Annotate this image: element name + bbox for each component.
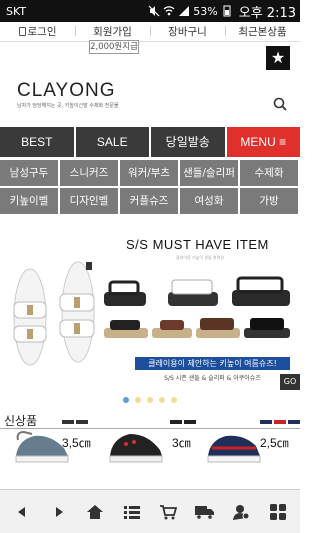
slider-dots <box>0 397 300 403</box>
bookmark-star-button[interactable]: ★ <box>266 46 290 70</box>
bottom-nav <box>0 489 300 533</box>
product-image <box>207 435 261 463</box>
sandal-row-bottom <box>104 318 290 338</box>
nav-sale[interactable]: SALE <box>75 127 149 157</box>
back-icon <box>18 506 26 517</box>
top-links: 로그인 회원가입 장바구니 최근본상품 <box>0 22 300 42</box>
promo-banner[interactable]: S/S MUST HAVE ITEM 클레이용 키높이 샌들 컬렉션 클레이용이… <box>0 232 300 390</box>
lock-icon <box>18 27 26 36</box>
delivery-truck-icon <box>194 505 214 519</box>
slider-dot[interactable] <box>171 397 177 403</box>
category-mens-shoes[interactable]: 남성구두 <box>0 160 58 186</box>
product-card[interactable]: 3㎝ <box>100 420 200 490</box>
nav-menu[interactable]: MENU ≡ <box>226 127 300 157</box>
cart-label: 장바구니 <box>168 26 207 38</box>
slider-dot[interactable] <box>159 397 165 403</box>
color-swatches <box>62 420 88 424</box>
slider-dot[interactable] <box>147 397 153 403</box>
main-nav: BEST SALE 당일발송 MENU ≡ <box>0 127 300 157</box>
recent-items-link[interactable]: 최근본상품 <box>225 24 300 39</box>
product-image <box>109 434 163 463</box>
star-icon: ★ <box>270 48 286 67</box>
color-swatches <box>170 420 196 424</box>
heel-height-label: 2,5㎝ <box>260 436 289 450</box>
category-height-belt[interactable]: 키높이벨 <box>0 188 58 214</box>
my-page-icon <box>233 504 250 520</box>
heel-height-label: 3㎝ <box>172 436 191 450</box>
cart-link[interactable]: 장바구니 <box>150 24 225 39</box>
mute-icon <box>148 5 160 17</box>
battery-percent: 53% <box>193 4 218 18</box>
new-products-list: 3,5㎝ 3㎝ 2,5㎝ <box>0 420 300 490</box>
category-womens[interactable]: 여성화 <box>180 188 238 214</box>
grid-menu-button[interactable] <box>266 500 290 524</box>
list-button[interactable] <box>120 500 144 524</box>
category-walker-boots[interactable]: 워커/부츠 <box>120 160 178 186</box>
back-button[interactable] <box>10 500 34 524</box>
category-design-belt[interactable]: 디자인벨 <box>60 188 118 214</box>
forward-button[interactable] <box>47 500 71 524</box>
status-icons: 53% 오후 2:13 <box>148 2 296 21</box>
category-sneakers[interactable]: 스니커즈 <box>60 160 118 186</box>
product-card[interactable]: 2,5㎝ <box>200 420 300 490</box>
site-logo[interactable]: CLAYONG <box>17 80 116 102</box>
status-bar: SKT 53% 오후 2:13 <box>0 0 300 22</box>
slider-dot[interactable] <box>123 397 129 403</box>
list-icon <box>123 505 140 519</box>
nav-same-day[interactable]: 당일발송 <box>151 127 225 157</box>
site-tagline: 남자가 당당해지는 곳, 키높이신발 수제화 전문몰 <box>17 103 119 109</box>
battery-icon <box>223 5 231 17</box>
go-button[interactable]: GO <box>280 374 300 390</box>
login-link[interactable]: 로그인 <box>0 24 75 39</box>
banner-promo-text: 클레이용이 제안하는 키높이 여름슈즈! <box>135 357 290 370</box>
wifi-icon <box>163 6 175 16</box>
heel-height-label: 3,5㎝ <box>62 436 91 450</box>
sandal-row-top <box>104 276 290 306</box>
clock: 오후 2:13 <box>238 5 296 21</box>
banner-title: S/S MUST HAVE ITEM <box>126 237 269 252</box>
signup-label: 회원가입 <box>93 26 132 38</box>
login-label: 로그인 <box>27 26 57 38</box>
signup-link[interactable]: 회원가입 <box>75 24 150 39</box>
nav-best[interactable]: BEST <box>0 127 74 157</box>
slider-dot[interactable] <box>135 397 141 403</box>
banner-promo-subtext: S/S 시즌 샌들 & 슬리퍼 & 아쿠아슈즈 <box>164 375 261 382</box>
grid-menu-icon <box>269 503 286 520</box>
search-icon[interactable] <box>273 97 287 111</box>
category-handmade[interactable]: 수제화 <box>240 160 298 186</box>
color-swatches <box>260 420 300 424</box>
category-couple-shoes[interactable]: 커플슈즈 <box>120 188 178 214</box>
recent-items-label: 최근본상품 <box>238 26 287 38</box>
cart-icon <box>160 504 178 519</box>
banner-subtitle: 클레이용 키높이 샌들 컬렉션 <box>176 255 224 260</box>
category-grid: 남성구두 스니커즈 워커/부츠 샌들/슬리퍼 수제화 키높이벨 디자인벨 커플슈… <box>0 160 300 214</box>
category-bags[interactable]: 가방 <box>240 188 298 214</box>
forward-icon <box>55 506 63 517</box>
home-icon <box>87 504 104 519</box>
signup-bonus-badge: 2,000원지급 <box>89 40 139 54</box>
white-sandal-large-image <box>13 261 95 366</box>
cart-button[interactable] <box>156 500 180 524</box>
product-card[interactable]: 3,5㎝ <box>0 420 100 490</box>
home-button[interactable] <box>83 500 107 524</box>
delivery-button[interactable] <box>193 500 217 524</box>
carrier-label: SKT <box>6 4 27 18</box>
my-page-button[interactable] <box>229 500 253 524</box>
category-sandals[interactable]: 샌들/슬리퍼 <box>180 160 238 186</box>
signal-icon <box>179 6 190 16</box>
